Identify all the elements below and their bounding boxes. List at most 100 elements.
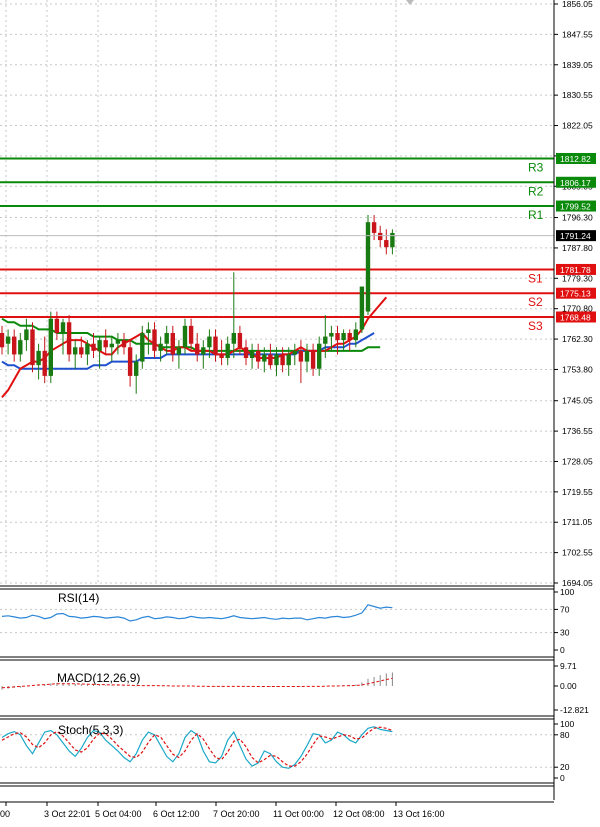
price-grid	[0, 0, 554, 584]
candle-body	[188, 325, 194, 344]
price-tick-label: 1753.80	[562, 364, 593, 374]
level-label-R3: R3	[528, 161, 544, 175]
candle-body	[298, 350, 304, 362]
rsi-tick-label: 70	[560, 604, 570, 614]
candle-body	[42, 350, 47, 376]
macd-tick-label: -12.821	[560, 705, 589, 715]
stoch-tick-label: 80	[560, 730, 570, 740]
candle-body	[231, 332, 236, 344]
scroll-marker-icon	[406, 0, 414, 5]
price-tick-label: 1719.55	[562, 487, 593, 497]
candle-body	[371, 222, 377, 233]
price-tick-label: 1745.05	[562, 396, 593, 406]
level-label-S1: S1	[528, 271, 543, 285]
candle-body	[103, 340, 108, 348]
indicator-axes: 100703009.710.00-12.82110080200	[554, 587, 589, 783]
candle-body	[158, 343, 163, 351]
level-badge-value-S3: 1768.48	[560, 312, 591, 322]
candle-body	[127, 347, 133, 376]
candle-body	[0, 332, 5, 348]
price-tick-label: 1847.55	[562, 29, 593, 39]
candle-body	[304, 350, 310, 362]
candle-body	[164, 332, 169, 344]
candle-body	[60, 322, 66, 333]
candle-body	[286, 354, 291, 366]
level-label-S2: S2	[528, 295, 543, 309]
candle-body	[359, 286, 365, 330]
rsi-tick-label: 100	[560, 587, 574, 597]
time-tick-label: 5 Oct 04:00	[95, 809, 142, 819]
candle-body	[109, 343, 114, 348]
candle-body	[341, 332, 346, 341]
stoch-tick-label: 0	[560, 773, 565, 783]
price-tick-label: 1787.80	[562, 243, 593, 253]
candle-body	[292, 350, 297, 355]
candle-body	[176, 347, 182, 355]
candle-body	[54, 318, 60, 333]
price-tick-label: 1822.05	[562, 121, 593, 131]
candle-body	[353, 329, 358, 341]
candle-body	[237, 332, 243, 348]
level-label-R2: R2	[528, 184, 544, 198]
candle-body	[140, 332, 145, 362]
support-resistance-levels: R3 R2 R1 S1 S2 S3	[0, 157, 554, 333]
price-tick-label: 1728.05	[562, 456, 593, 466]
candle-body	[182, 325, 188, 348]
candle-body	[335, 332, 340, 341]
price-tick-label: 1702.55	[562, 548, 593, 558]
candle-body	[317, 343, 322, 369]
candle-body	[134, 361, 139, 376]
level-badge-value-R2: 1806.17	[560, 178, 591, 188]
price-tick-label: 1762.30	[562, 334, 593, 344]
candle-body	[249, 350, 255, 359]
price-tick-label: 1839.05	[562, 60, 593, 70]
forex-chart: R3 R2 R1 S1 S2 S3 1856.05 1847.55 1839.05 1830.5…	[0, 0, 596, 819]
macd-tick-label: 0.00	[560, 681, 577, 691]
candle-body	[268, 354, 273, 366]
candle-body	[79, 347, 84, 355]
candle-body	[213, 336, 218, 355]
price-tick-label: 1796.30	[562, 213, 593, 223]
candle-body	[347, 332, 352, 341]
candle-body	[390, 232, 395, 248]
rsi-label: RSI(14)	[58, 591, 99, 605]
time-tick-label: 7 Oct 20:00	[213, 809, 260, 819]
candle-body	[280, 354, 285, 366]
candle-body	[115, 340, 121, 344]
candle-body	[384, 240, 389, 248]
candle-body	[310, 350, 316, 369]
candle-body	[207, 336, 212, 348]
price-tick-label: 1856.05	[562, 0, 593, 9]
candle-body	[256, 350, 261, 362]
candle-body	[30, 329, 35, 366]
candle-body	[243, 347, 249, 359]
candle-body	[152, 329, 157, 351]
candlestick-series	[0, 215, 395, 394]
level-badge-value-S1: 1781.78	[560, 265, 591, 275]
candle-body	[329, 332, 334, 337]
rsi-line	[1, 604, 393, 622]
candle-body	[378, 232, 383, 241]
candle-body	[219, 354, 224, 359]
candle-body	[66, 322, 72, 355]
candle-body	[12, 336, 17, 355]
stoch-tick-label: 100	[560, 719, 574, 729]
candle-body	[170, 332, 175, 355]
candle-body	[274, 354, 279, 366]
candle-body	[91, 343, 96, 351]
macd-label: MACD(12,26,9)	[57, 671, 140, 685]
time-axis: 00 3 Oct 22:01 5 Oct 04:00 6 Oct 12:00 7 Oct…	[0, 802, 445, 819]
candle-body	[323, 336, 328, 344]
candle-body	[48, 318, 53, 376]
time-tick-label: 13 Oct 16:00	[393, 809, 445, 819]
level-badge-value-R1: 1799.52	[560, 202, 591, 212]
candle-body	[18, 340, 23, 355]
macd-tick-label: 9.71	[560, 661, 577, 671]
stoch-tick-label: 20	[560, 762, 570, 772]
candle-body	[121, 340, 127, 348]
candle-body	[36, 350, 41, 366]
candle-body	[195, 343, 200, 355]
indicator-grid	[0, 608, 554, 768]
candle-body	[5, 336, 11, 344]
time-tick-label: 00	[0, 809, 10, 819]
